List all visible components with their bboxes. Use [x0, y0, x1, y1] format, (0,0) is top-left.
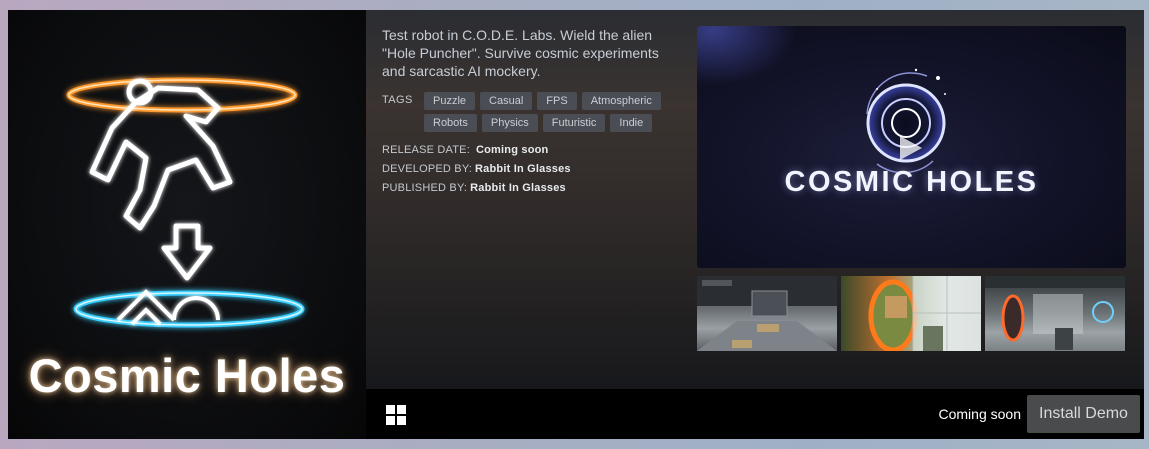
tag-indie[interactable]: Indie: [610, 114, 653, 132]
screenshot-thumbnail[interactable]: [697, 276, 837, 351]
tag-robots[interactable]: Robots: [424, 114, 477, 132]
developer-link[interactable]: Rabbit In Glasses: [475, 163, 571, 175]
trailer-video[interactable]: COSMIC HOLES: [697, 26, 1126, 268]
release-status: Coming soon: [938, 406, 1022, 422]
developer: DEVELOPED BY: Rabbit In Glasses: [382, 163, 571, 175]
screenshot-thumbnail[interactable]: [985, 276, 1125, 351]
screenshot-3-image: [985, 276, 1125, 350]
trailer-logo-art: [866, 68, 946, 174]
publisher-label: PUBLISHED BY:: [382, 182, 468, 194]
info-panel: Test robot in C.O.D.E. Labs. Wield the a…: [366, 10, 1144, 389]
trailer-title: COSMIC HOLES: [784, 166, 1039, 198]
screenshot-1-image: [697, 276, 837, 351]
release-date-value: Coming soon: [475, 144, 549, 156]
tag-fps[interactable]: FPS: [537, 92, 577, 110]
capsule-title: Cosmic Holes: [28, 349, 346, 402]
screenshot-2-image: [868, 276, 981, 351]
tag-atmospheric[interactable]: Atmospheric: [581, 92, 661, 110]
publisher: PUBLISHED BY: Rabbit In Glasses: [382, 182, 566, 194]
tag-puzzle[interactable]: Puzzle: [424, 92, 476, 110]
release-date: RELEASE DATE: Coming soon: [382, 144, 548, 156]
screenshot-thumbnail[interactable]: [841, 276, 981, 351]
developer-label: DEVELOPED BY:: [382, 163, 473, 175]
purchase-bar: Coming soon Install Demo: [366, 389, 1144, 439]
tag-futuristic[interactable]: Futuristic: [542, 114, 606, 132]
tag-list: Puzzle Casual FPS Atmospheric Robots Phy…: [424, 92, 664, 132]
release-date-label: RELEASE DATE:: [382, 144, 470, 156]
capsule-art[interactable]: Cosmic Holes: [8, 10, 366, 439]
game-description: Test robot in C.O.D.E. Labs. Wield the a…: [382, 27, 659, 79]
publisher-link[interactable]: Rabbit In Glasses: [470, 182, 566, 194]
install-demo-button[interactable]: Install Demo: [1027, 395, 1140, 433]
tag-casual[interactable]: Casual: [480, 92, 533, 110]
game-card: Cosmic Holes Test robot in C.O.D.E. Labs…: [8, 10, 1144, 439]
tags-label: TAGS: [382, 94, 413, 106]
tag-physics[interactable]: Physics: [481, 114, 538, 132]
windows-icon: [386, 405, 406, 425]
